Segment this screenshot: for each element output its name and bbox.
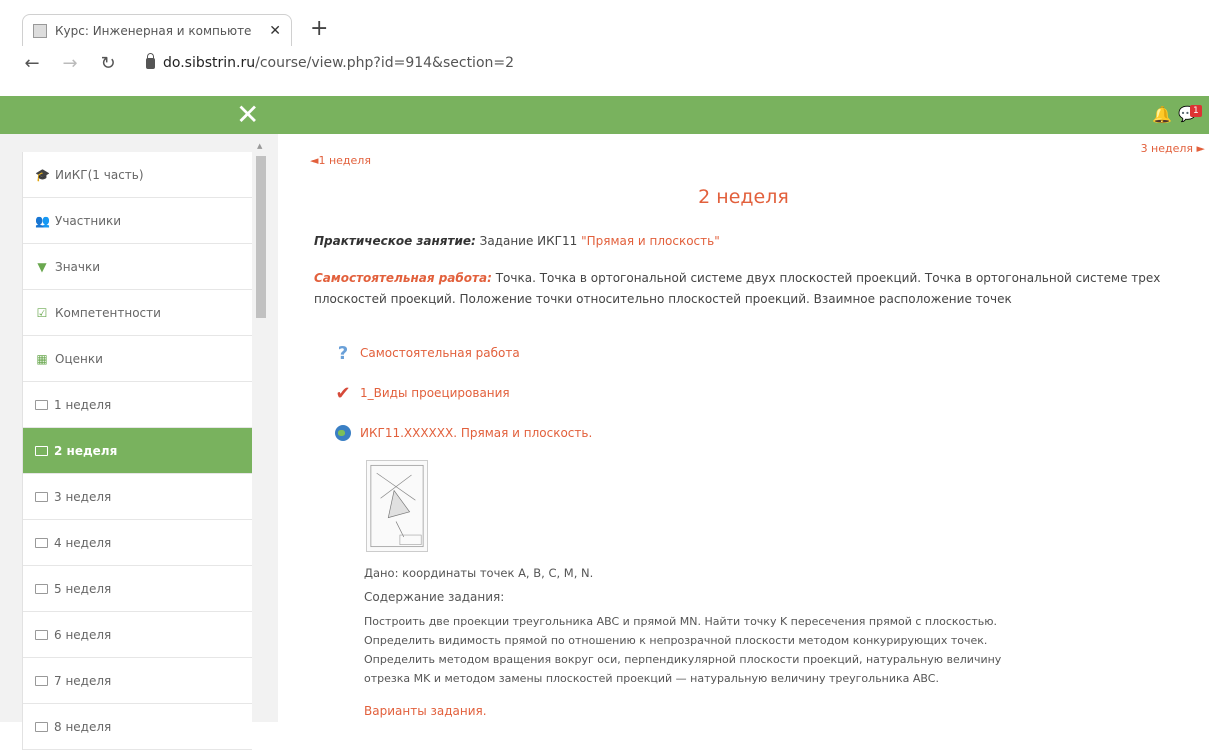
sidebar-item-label: 5 неделя <box>54 581 112 596</box>
sidebar-scrollbar[interactable]: ▲ <box>254 142 268 722</box>
forward-icon[interactable]: → <box>62 53 78 74</box>
shield-icon: ▼ <box>37 259 47 274</box>
sidebar-item-label: Участники <box>55 213 122 228</box>
sidebar-item-label: Оценки <box>55 351 103 366</box>
folder-icon <box>35 537 48 548</box>
sidebar-item-label: ИиКГ(1 часть) <box>55 167 144 182</box>
url-host: do.sibstrin.ru <box>163 55 256 71</box>
sidebar-item[interactable]: 7 неделя <box>23 658 252 704</box>
reload-icon[interactable]: ↻ <box>100 53 116 74</box>
graduation-cap-icon: 🎓 <box>35 167 50 182</box>
folder-icon <box>35 583 48 594</box>
sidebar-item-label: 2 неделя <box>54 443 118 458</box>
selfwork-paragraph: Самостоятельная работа: Точка. Точка в о… <box>314 268 1194 310</box>
sidebar-item[interactable]: ▦ Оценки <box>23 336 252 382</box>
users-icon: 👥 <box>35 213 50 228</box>
drawing-thumbnail-image <box>370 464 424 548</box>
next-section-link[interactable]: 3 неделя ► <box>1141 142 1205 155</box>
browser-tabbar: Курс: Инженерная и компьюте ✕ + <box>0 0 1209 46</box>
task-line: Построить две проекции треугольника ABC … <box>364 615 997 628</box>
tab-close-icon[interactable]: ✕ <box>269 23 281 39</box>
quiz-icon: ? <box>337 342 349 364</box>
task-heading: Содержание задания: <box>364 590 505 604</box>
drawing-thumbnail[interactable] <box>366 460 428 552</box>
sidebar-item-label: 7 неделя <box>54 673 112 688</box>
sidebar-item[interactable]: ▼ Значки <box>23 244 252 290</box>
practice-text: Задание ИКГ11 <box>475 234 582 248</box>
folder-icon <box>35 399 48 410</box>
sidebar-item[interactable]: 🎓 ИиКГ(1 часть) <box>23 152 252 198</box>
lock-icon <box>146 52 155 69</box>
notification-badge: 1 <box>1190 105 1202 117</box>
practice-paragraph: Практическое занятие: Задание ИКГ11 "Пря… <box>314 234 720 248</box>
checkbox-icon: ☑ <box>36 305 48 320</box>
sidebar-item[interactable]: ☑ Компетентности <box>23 290 252 336</box>
close-drawer-icon[interactable]: ✕ <box>236 98 259 131</box>
prev-section-link[interactable]: ◄1 неделя <box>310 154 371 167</box>
task-description: Построить две проекции треугольника ABC … <box>364 612 1164 688</box>
assignment-icon: ✔ <box>335 382 351 404</box>
sidebar-item[interactable]: 8 неделя <box>23 704 252 750</box>
activity-assignment[interactable]: ✔ 1_Виды проецирования <box>334 382 510 404</box>
back-icon[interactable]: ← <box>24 53 40 74</box>
folder-icon <box>35 491 48 502</box>
variants-link[interactable]: Варианты задания. <box>364 704 487 718</box>
task-line: Определить видимость прямой по отношению… <box>364 634 988 647</box>
sidebar-item-label: Компетентности <box>55 305 161 320</box>
address-bar: ← → ↻ do.sibstrin.ru/course/view.php?id=… <box>0 46 1209 80</box>
selfwork-label: Самостоятельная работа: <box>314 271 492 285</box>
sidebar-item[interactable]: 5 неделя <box>23 566 252 612</box>
sidebar-item[interactable]: 4 неделя <box>23 520 252 566</box>
url-path: /course/view.php?id=914&section=2 <box>255 55 515 71</box>
sidebar-item-label: 1 неделя <box>54 397 112 412</box>
scroll-up-icon[interactable]: ▲ <box>257 142 262 150</box>
activity-label[interactable]: 1_Виды проецирования <box>360 386 510 400</box>
sidebar-item[interactable]: 👥 Участники <box>23 198 252 244</box>
activity-label[interactable]: ИКГ11.XXXXXX. Прямая и плоскость. <box>360 426 592 440</box>
nav-list: 🎓 ИиКГ(1 часть) 👥 Участники ▼ Значки ☑ Компетен… <box>22 152 252 750</box>
folder-icon <box>35 721 48 732</box>
main-content: ◄1 неделя 3 неделя ► 2 неделя Практическ… <box>278 134 1209 722</box>
task-line: отрезка MK и методом замены плоскостей п… <box>364 672 939 685</box>
activity-label[interactable]: Самостоятельная работа <box>360 346 520 360</box>
practice-link[interactable]: "Прямая и плоскость" <box>581 234 720 248</box>
resource-icon <box>335 425 351 441</box>
folder-icon <box>35 445 48 456</box>
new-tab-button[interactable]: + <box>310 16 328 41</box>
favicon-icon <box>33 23 47 38</box>
site-header: ✕ 🔔 💬 1 <box>0 96 1209 134</box>
sidebar-item[interactable]: 2 неделя <box>23 428 252 474</box>
folder-icon <box>35 675 48 686</box>
bell-icon[interactable]: 🔔 <box>1152 105 1172 124</box>
sidebar-item[interactable]: 1 неделя <box>23 382 252 428</box>
browser-tab[interactable]: Курс: Инженерная и компьюте ✕ <box>22 14 292 46</box>
nav-drawer: 🎓 ИиКГ(1 часть) 👥 Участники ▼ Значки ☑ Компетен… <box>0 134 278 750</box>
given-text: Дано: координаты точек A, B, C, M, N. <box>364 566 594 580</box>
sidebar-item-label: Значки <box>55 259 101 274</box>
sidebar-item-label: 4 неделя <box>54 535 112 550</box>
task-line: Определить методом вращения вокруг оси, … <box>364 653 1002 666</box>
url-field[interactable]: do.sibstrin.ru/course/view.php?id=914&se… <box>146 52 515 71</box>
sidebar-item-label: 6 неделя <box>54 627 112 642</box>
tab-title: Курс: Инженерная и компьюте <box>55 23 252 38</box>
activity-resource[interactable]: ИКГ11.XXXXXX. Прямая и плоскость. <box>334 424 592 442</box>
sidebar-item[interactable]: 6 неделя <box>23 612 252 658</box>
practice-label: Практическое занятие: <box>314 234 476 248</box>
section-title: 2 неделя <box>698 186 789 208</box>
activity-quiz[interactable]: ? Самостоятельная работа <box>334 342 520 364</box>
sidebar-item[interactable]: 3 неделя <box>23 474 252 520</box>
scrollbar-thumb[interactable] <box>256 156 266 318</box>
sidebar-item-label: 3 неделя <box>54 489 112 504</box>
table-icon: ▦ <box>36 351 48 366</box>
folder-icon <box>35 629 48 640</box>
